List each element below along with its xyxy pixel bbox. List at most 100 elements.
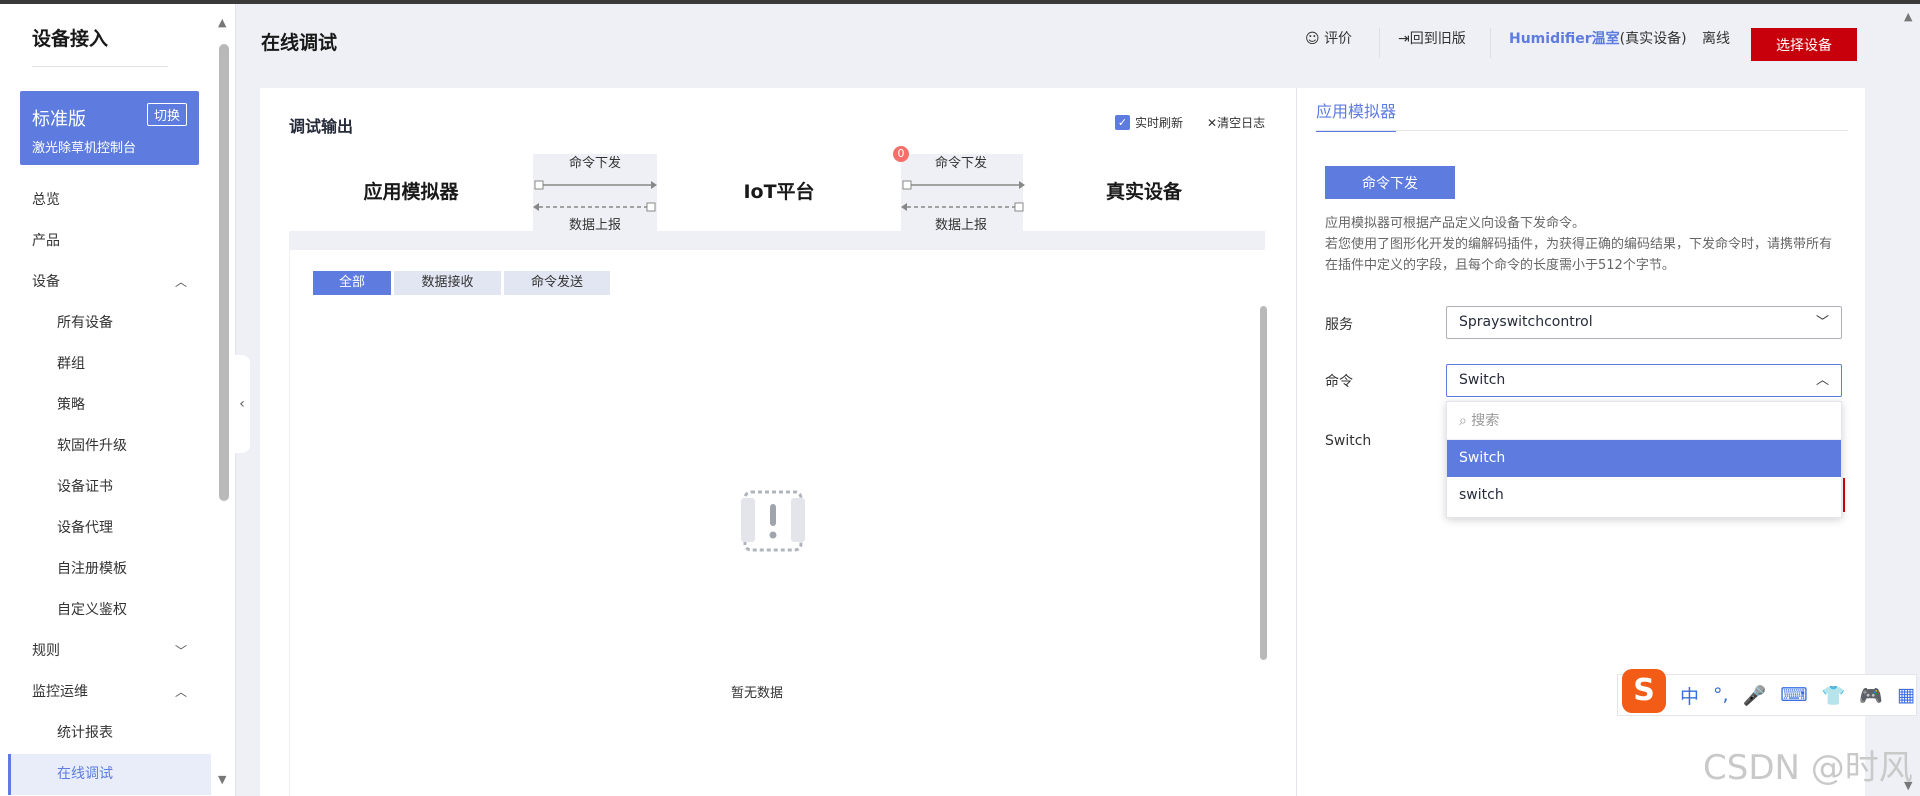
- chevron-left-icon: ‹: [239, 396, 245, 412]
- sidebar-item-label: 自注册模板: [57, 561, 127, 577]
- ime-chinese-mode[interactable]: 中: [1680, 682, 1699, 709]
- tab-all[interactable]: 全部: [313, 271, 392, 295]
- device-name-link[interactable]: Humidifier温室: [1509, 31, 1620, 47]
- clear-log-button[interactable]: ✕清空日志: [1207, 114, 1265, 131]
- sidebar-item[interactable]: 设备 ︿: [8, 262, 211, 303]
- tab-command-send[interactable]: 命令发送: [504, 271, 611, 295]
- keyboard-icon[interactable]: ⌨: [1780, 684, 1807, 706]
- ime-toolbar: S 中 °, 🎤 ⌨ 👕 🎮 ▦: [1617, 669, 1917, 716]
- sidebar-item[interactable]: 设备证书: [8, 467, 211, 508]
- sidebar-item[interactable]: 所有设备: [8, 303, 211, 344]
- watermark: CSDN @时风: [1703, 748, 1913, 788]
- empty-data-icon: [741, 490, 805, 552]
- sidebar-item[interactable]: 在线调试: [8, 754, 211, 795]
- sign-in-icon: ⇥: [1398, 31, 1410, 47]
- sidebar-scrollbar[interactable]: ▲ ▼: [217, 14, 231, 790]
- scroll-down-icon[interactable]: ▼: [218, 773, 226, 786]
- sidebar-item-label: 规则: [32, 643, 60, 659]
- back-old-version-label: 回到旧版: [1409, 31, 1466, 47]
- sidebar-item-label: 监控运维: [32, 684, 88, 700]
- flow-label-data-up: 数据上报: [568, 218, 621, 233]
- sidebar-item[interactable]: 软固件升级: [8, 426, 211, 467]
- sidebar-item-label: 在线调试: [57, 766, 113, 782]
- dropdown-search-input[interactable]: ⌕ 搜索: [1447, 402, 1841, 440]
- search-icon: ⌕: [1459, 413, 1467, 429]
- chevron-up-icon: ︿: [1815, 373, 1829, 388]
- command-select[interactable]: Switch ︿: [1446, 364, 1842, 397]
- switch-param-label: Switch: [1325, 433, 1372, 449]
- page-title: 在线调试: [261, 32, 338, 54]
- debug-output-area: 调试输出 ✓ 实时刷新 ✕清空日志 应用模拟器 IoT平台 真实设备 命令下发 …: [260, 88, 1296, 796]
- hidden-input-edge: [1843, 478, 1845, 512]
- flow-box-real-device: 真实设备: [1023, 154, 1265, 231]
- sidebar-item-label: 自定义鉴权: [57, 602, 127, 618]
- description-line: 应用模拟器可根据产品定义向设备下发命令。: [1325, 216, 1586, 231]
- ime-logo-icon[interactable]: S: [1622, 669, 1666, 713]
- sidebar-item[interactable]: 规则 ﹀: [8, 631, 211, 672]
- gamepad-icon[interactable]: 🎮: [1859, 684, 1883, 707]
- debug-output-title: 调试输出: [289, 117, 354, 136]
- search-placeholder: 搜索: [1471, 413, 1500, 429]
- scroll-up-icon[interactable]: ▲: [218, 16, 226, 29]
- page-scrollbar[interactable]: ▲ ▼: [1900, 4, 1920, 796]
- dropdown-option[interactable]: switch: [1447, 477, 1841, 514]
- chevron-down-icon: ﹀: [174, 644, 187, 658]
- tab-app-simulator[interactable]: 应用模拟器: [1316, 98, 1397, 132]
- smile-icon: ☺: [1305, 31, 1320, 47]
- sidebar-item-label: 软固件升级: [57, 438, 127, 454]
- empty-data-text: 暂无数据: [730, 686, 783, 701]
- sidebar-item-label: 所有设备: [57, 315, 113, 331]
- ime-punctuation[interactable]: °,: [1713, 684, 1729, 706]
- shirt-icon[interactable]: 👕: [1822, 684, 1846, 707]
- device-type: (真实设备): [1619, 31, 1687, 47]
- sidebar-divider: [32, 66, 168, 67]
- rate-button[interactable]: ☺ 评价: [1305, 28, 1352, 48]
- scroll-up-icon[interactable]: ▲: [1904, 10, 1912, 23]
- realtime-refresh-label: 实时刷新: [1135, 116, 1184, 130]
- rate-label: 评价: [1324, 31, 1353, 47]
- edition-name: 标准版: [32, 109, 86, 130]
- service-label: 服务: [1325, 317, 1353, 333]
- checkbox-checked-icon: ✓: [1115, 115, 1130, 130]
- command-send-button[interactable]: 命令下发: [1325, 166, 1455, 199]
- browser-top-edge: [0, 0, 1920, 4]
- flow-arrows-right: [901, 180, 1025, 212]
- sidebar-scroll-thumb[interactable]: [219, 44, 229, 501]
- dropdown-option[interactable]: Switch: [1447, 440, 1841, 477]
- sidebar-item[interactable]: 总览: [8, 180, 211, 221]
- select-device-button[interactable]: 选择设备: [1751, 28, 1857, 61]
- chevron-up-icon: ︿: [174, 685, 187, 699]
- flow-box-iot-platform: IoT平台: [657, 154, 901, 231]
- flow-label-command-down: 命令下发: [568, 156, 621, 171]
- flow-arrows-left: [533, 180, 657, 212]
- current-device: Humidifier温室(真实设备): [1509, 28, 1687, 48]
- clear-log-label: 清空日志: [1217, 116, 1266, 130]
- command-count-badge: 0: [893, 146, 909, 162]
- header-divider: [1379, 28, 1380, 58]
- edition-switch-button[interactable]: 切换: [146, 103, 187, 126]
- sidebar-item[interactable]: 统计报表: [8, 713, 211, 754]
- sidebar-collapse-button[interactable]: ‹: [234, 355, 250, 453]
- sidebar-item[interactable]: 自定义鉴权: [8, 590, 211, 631]
- service-select[interactable]: Sprayswitchcontrol ﹀: [1446, 306, 1842, 339]
- edition-subtitle: 激光除草机控制台: [32, 141, 137, 156]
- tab-underline: [1316, 130, 1848, 131]
- sidebar-item[interactable]: 群组: [8, 344, 211, 385]
- sidebar-item[interactable]: 设备代理: [8, 508, 211, 549]
- sidebar-item-label: 产品: [32, 233, 60, 249]
- sidebar-item[interactable]: 产品: [8, 221, 211, 262]
- sidebar-item-label: 总览: [32, 192, 60, 208]
- sidebar-item-label: 统计报表: [57, 725, 113, 741]
- sidebar-item[interactable]: 自注册模板: [8, 549, 211, 590]
- realtime-refresh-checkbox[interactable]: ✓ 实时刷新: [1115, 114, 1183, 131]
- mic-icon[interactable]: 🎤: [1743, 684, 1767, 707]
- back-old-version-button[interactable]: ⇥回到旧版: [1398, 28, 1466, 48]
- sidebar: 设备接入 标准版 切换 激光除草机控制台 总览 产品 设备 ︿ 所有设备 群组 策略 软固件升…: [0, 4, 236, 796]
- sidebar-item[interactable]: 监控运维 ︿: [8, 672, 211, 713]
- sidebar-item-label: 设备代理: [57, 520, 113, 536]
- log-scrollbar[interactable]: [1260, 306, 1267, 660]
- tab-data-receive[interactable]: 数据接收: [394, 271, 502, 295]
- sidebar-item[interactable]: 策略: [8, 385, 211, 426]
- scroll-down-icon[interactable]: ▼: [1904, 779, 1912, 792]
- command-value: Switch: [1459, 372, 1506, 388]
